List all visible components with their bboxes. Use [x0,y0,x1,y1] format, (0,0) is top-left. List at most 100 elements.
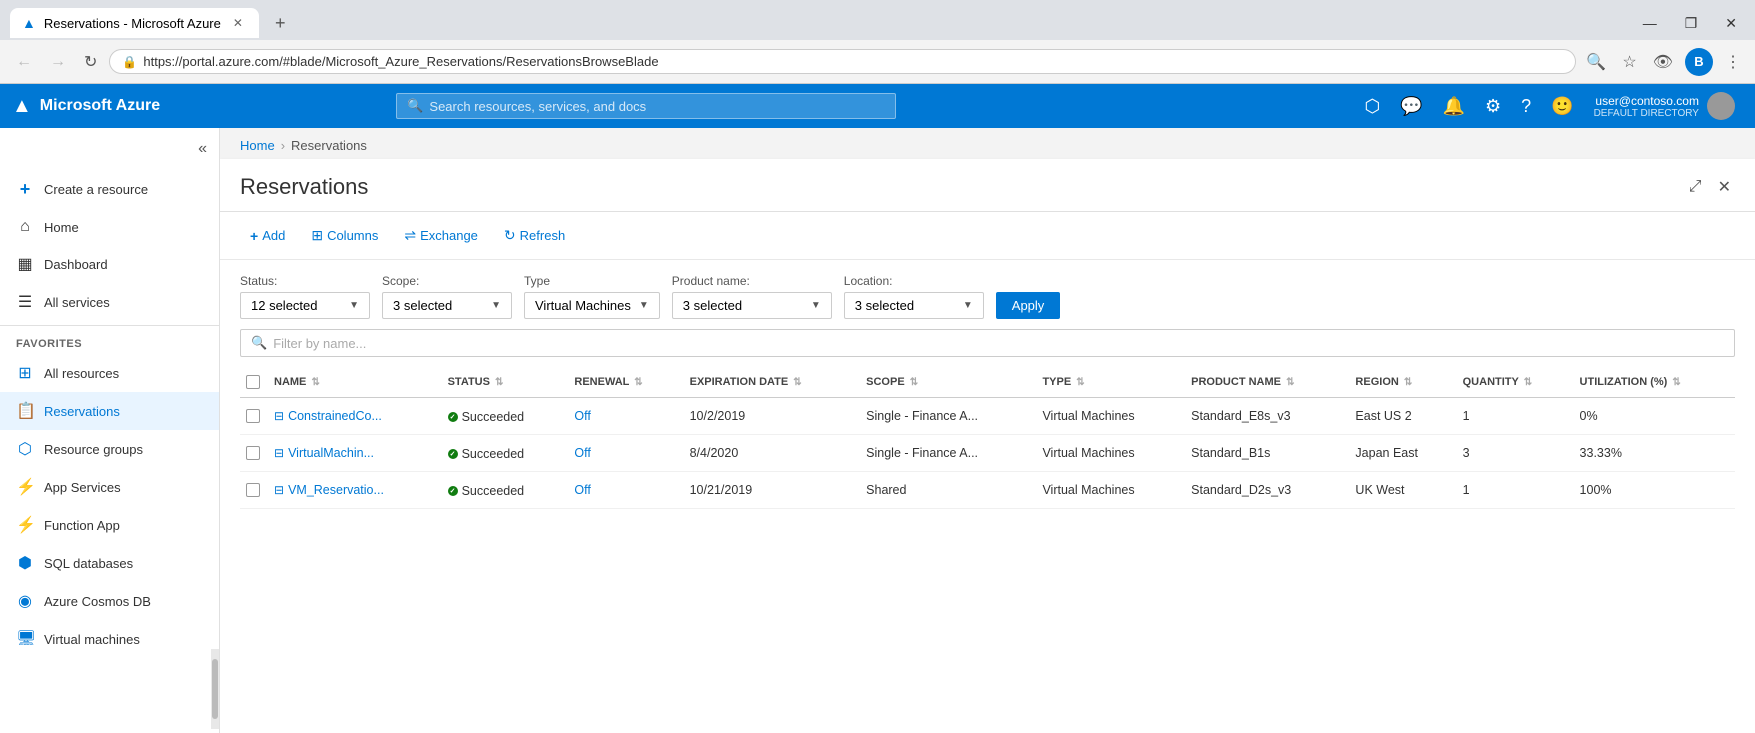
cosmos-db-icon: ◉ [16,591,34,611]
cell-type-0: Virtual Machines [1036,398,1185,435]
azure-global-search[interactable]: 🔍 [396,93,896,119]
columns-icon: ⊞ [311,227,323,244]
status-dot-1 [448,449,458,459]
type-filter-value: Virtual Machines [535,298,631,313]
browser-search-icon[interactable]: 🔍 [1582,48,1610,76]
sidebar-item-function-app[interactable]: ⚡ Function App [0,506,219,544]
col-name[interactable]: NAME ⇅ [268,367,442,398]
notifications-icon[interactable]: 🔔 [1435,90,1473,123]
sidebar-item-all-resources[interactable]: ⊞ All resources [0,354,219,392]
feedback-icon[interactable]: 💬 [1392,90,1430,123]
location-filter-select[interactable]: 3 selected ▼ [844,292,984,319]
close-button[interactable]: ✕ [1717,13,1745,34]
renewal-link-0[interactable]: Off [574,409,590,423]
col-utilization[interactable]: UTILIZATION (%) ⇅ [1574,367,1735,398]
blade-header-icons: ⤢ ✕ [1685,173,1735,201]
status-text-2: Succeeded [462,484,525,498]
sidebar-item-all-services[interactable]: ☰ All services [0,283,219,321]
row-select-checkbox-1[interactable] [246,446,260,460]
columns-button[interactable]: ⊞ Columns [301,222,388,249]
sidebar-item-cosmos-db[interactable]: ◉ Azure Cosmos DB [0,582,219,620]
sidebar-collapse-button[interactable]: « [194,136,211,162]
help-icon[interactable]: ? [1513,90,1539,123]
topbar-user[interactable]: user@contoso.com DEFAULT DIRECTORY [1586,88,1743,124]
sidebar-item-create-resource[interactable]: + Create a resource [0,170,219,209]
address-bar[interactable]: 🔒 https://portal.azure.com/#blade/Micros… [109,49,1576,74]
maximize-button[interactable]: ❐ [1677,13,1706,34]
col-region[interactable]: REGION ⇅ [1349,367,1456,398]
sidebar-item-app-services[interactable]: ⚡ App Services [0,468,219,506]
table-body: ⊟ ConstrainedCo... Succeeded Off 10/2/20… [240,398,1735,509]
breadcrumb-home-link[interactable]: Home [240,138,275,153]
filter-search-input[interactable] [273,336,1724,351]
status-badge-0: Succeeded [448,410,525,424]
sidebar-item-label: Function App [44,518,120,533]
sidebar: « + Create a resource ⌂ Home ▦ Dashboard [0,128,220,733]
sidebar-item-home[interactable]: ⌂ Home [0,209,219,245]
col-expiration-date[interactable]: EXPIRATION DATE ⇅ [684,367,861,398]
select-all-checkbox[interactable] [246,375,260,389]
select-all-header[interactable] [240,367,268,398]
row-select-checkbox-2[interactable] [246,483,260,497]
search-input[interactable] [429,99,885,114]
refresh-button[interactable]: ↻ Refresh [494,222,575,249]
renewal-link-1[interactable]: Off [574,446,590,460]
utilization-sort-icon: ⇅ [1672,377,1680,388]
filter-search-bar[interactable]: 🔍 [240,329,1735,357]
topbar-user-text: user@contoso.com DEFAULT DIRECTORY [1594,94,1699,119]
row-select-checkbox-0[interactable] [246,409,260,423]
cloud-shell-icon[interactable]: ⬡ [1356,90,1388,123]
browser-tab[interactable]: ▲ Reservations - Microsoft Azure ✕ [10,8,259,38]
sidebar-item-reservations[interactable]: 📋 Reservations [0,392,219,430]
blade-expand-icon[interactable]: ⤢ [1685,173,1706,201]
refresh-button[interactable]: ↻ [78,48,103,76]
minimize-button[interactable]: — [1635,13,1665,33]
browser-user-avatar[interactable]: B [1685,48,1713,76]
reservation-name-link-0[interactable]: ConstrainedCo... [288,409,382,423]
reservation-name-link-1[interactable]: VirtualMachin... [288,446,374,460]
eye-icon[interactable]: 👁 [1649,48,1677,76]
row-checkbox-2[interactable] [240,472,268,509]
apply-button[interactable]: Apply [996,292,1061,319]
scope-filter-arrow: ▼ [491,300,501,311]
col-scope[interactable]: SCOPE ⇅ [860,367,1036,398]
sidebar-item-sql-databases[interactable]: ⬢ SQL databases [0,544,219,582]
row-checkbox-1[interactable] [240,435,268,472]
product-name-filter-select[interactable]: 3 selected ▼ [672,292,832,319]
settings-icon[interactable]: ⚙ [1477,90,1509,123]
renewal-link-2[interactable]: Off [574,483,590,497]
col-product-name[interactable]: PRODUCT NAME ⇅ [1185,367,1349,398]
sidebar-item-virtual-machines[interactable]: 🖥 Virtual machines [0,620,219,645]
cell-scope-2: Shared [860,472,1036,509]
quantity-value-2: 1 [1463,483,1470,497]
azure-favicon: ▲ [22,15,36,31]
sidebar-item-dashboard[interactable]: ▦ Dashboard [0,245,219,283]
utilization-value-1: 33.33% [1580,446,1622,460]
reservations-table-container: NAME ⇅ STATUS ⇅ RENEWAL [220,367,1755,733]
status-filter-select[interactable]: 12 selected ▼ [240,292,370,319]
col-type[interactable]: TYPE ⇅ [1036,367,1185,398]
cell-name-1: ⊟ VirtualMachin... [268,435,442,472]
row-checkbox-0[interactable] [240,398,268,435]
new-tab-button[interactable]: + [267,9,294,38]
browser-menu-icon[interactable]: ⋮ [1721,48,1745,76]
cell-type-2: Virtual Machines [1036,472,1185,509]
name-sort-icon: ⇅ [311,377,319,388]
exchange-icon: ⇌ [404,227,416,244]
add-button[interactable]: + Add [240,223,295,249]
reservation-name-link-2[interactable]: VM_Reservatio... [288,483,384,497]
col-quantity[interactable]: QUANTITY ⇅ [1457,367,1574,398]
type-filter-select[interactable]: Virtual Machines ▼ [524,292,660,319]
col-status[interactable]: STATUS ⇅ [442,367,569,398]
sidebar-item-resource-groups[interactable]: ⬡ Resource groups [0,430,219,468]
exchange-button[interactable]: ⇌ Exchange [394,222,488,249]
back-button[interactable]: ← [10,49,38,75]
blade-close-icon[interactable]: ✕ [1714,173,1735,201]
tab-close-button[interactable]: ✕ [229,14,247,32]
favorites-icon[interactable]: ☆ [1618,48,1640,76]
forward-button[interactable]: → [44,49,72,75]
scope-filter-select[interactable]: 3 selected ▼ [382,292,512,319]
col-renewal[interactable]: RENEWAL ⇅ [568,367,683,398]
smile-icon[interactable]: 🙂 [1543,90,1581,123]
status-text-1: Succeeded [462,447,525,461]
